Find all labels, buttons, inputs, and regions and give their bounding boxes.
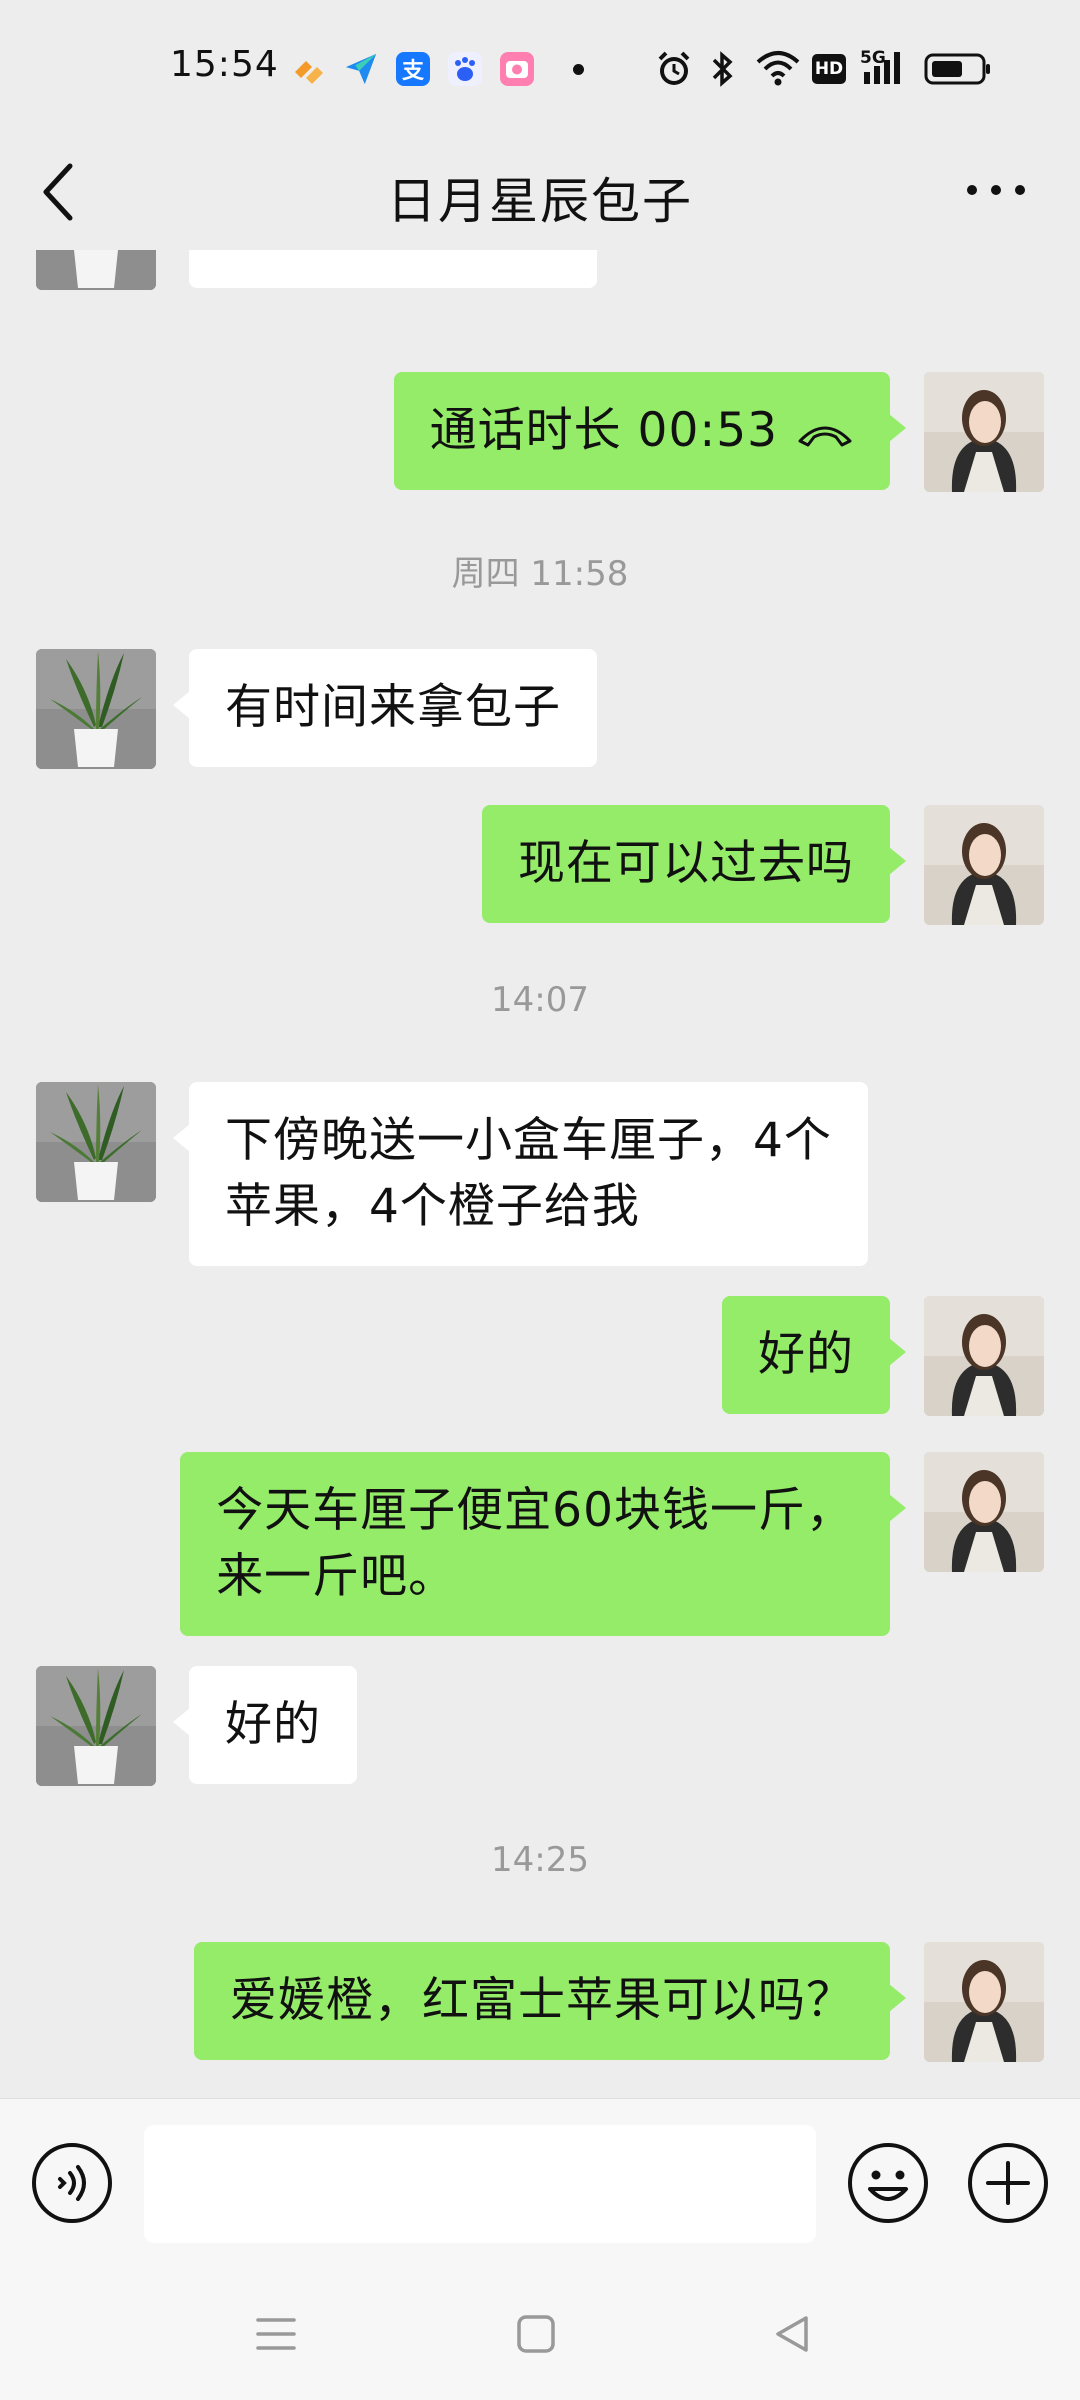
- status-time: 15:54: [170, 44, 279, 85]
- orange-app-icon: [292, 52, 326, 86]
- hd-icon: HD: [812, 54, 846, 84]
- phone-hangup-icon: [798, 426, 852, 446]
- baidu-icon: [448, 52, 482, 86]
- home-icon[interactable]: [514, 2312, 558, 2356]
- wifi-icon: [756, 51, 800, 86]
- camera-app-icon: [500, 52, 534, 86]
- message-bubble-left[interactable]: 有时间来拿包子: [173, 649, 597, 767]
- user-avatar[interactable]: [924, 1942, 1044, 2062]
- message-input-bar: [0, 2098, 1080, 2268]
- network-label: 5G: [860, 48, 886, 68]
- bluetooth-icon: [712, 51, 733, 87]
- contact-avatar[interactable]: [36, 1082, 156, 1202]
- notification-dot: [573, 64, 584, 75]
- alipay-glyph: 支: [401, 59, 424, 84]
- user-avatar[interactable]: [924, 372, 1044, 492]
- 5g-signal-icon: 5G: [860, 48, 910, 88]
- message-bubble-left[interactable]: 好的: [173, 1666, 357, 1784]
- emoji-icon[interactable]: [846, 2141, 930, 2225]
- message-bubble-left[interactable]: 在，有什么事呀: [189, 250, 597, 288]
- message-line: 苹果，4个橙子给我: [225, 1179, 640, 1234]
- status-bar: 15:54 支 HD 5G: [0, 0, 1080, 140]
- contact-avatar[interactable]: [36, 1666, 156, 1786]
- message-bubble-right[interactable]: 爱媛橙，红富士苹果可以吗？: [194, 1942, 906, 2060]
- user-avatar[interactable]: [924, 805, 1044, 925]
- timestamp: 14:07: [491, 980, 589, 1020]
- hd-label: HD: [814, 59, 844, 79]
- chat-title: 日月星辰包子: [386, 173, 693, 230]
- message-bubble-right[interactable]: 今天车厘子便宜60块钱一斤， 来一斤吧。: [180, 1452, 906, 1636]
- message-bubble-left[interactable]: 下傍晚送一小盒车厘子，4个 苹果，4个橙子给我: [173, 1082, 868, 1266]
- timestamp: 周四 11:58: [451, 554, 629, 594]
- system-navigation-bar: [0, 2268, 1080, 2400]
- contact-avatar[interactable]: [36, 250, 156, 290]
- feishu-icon: [344, 52, 378, 86]
- user-avatar[interactable]: [924, 1296, 1044, 1416]
- timestamp: 14:25: [491, 1840, 589, 1880]
- call-record-bubble[interactable]: 通话时长 00:53: [393, 372, 907, 490]
- alarm-icon: [658, 51, 690, 85]
- battery-icon: [924, 53, 990, 85]
- back-icon[interactable]: [770, 2312, 814, 2356]
- contact-avatar[interactable]: [36, 649, 156, 769]
- plus-icon[interactable]: [966, 2141, 1050, 2225]
- menu-icon[interactable]: [254, 2312, 298, 2356]
- message-text-input[interactable]: [144, 2125, 816, 2243]
- call-duration-text: 通话时长 00:53: [429, 403, 778, 458]
- user-avatar[interactable]: [924, 1452, 1044, 1572]
- message-line: 来一斤吧。: [216, 1549, 457, 1604]
- message-bubble-right[interactable]: 好的: [722, 1296, 906, 1414]
- more-dots-icon[interactable]: [964, 168, 1028, 212]
- message-line: 今天车厘子便宜60块钱一斤，: [216, 1483, 854, 1538]
- message-line: 下傍晚送一小盒车厘子，4个: [225, 1113, 832, 1168]
- chat-message-list[interactable]: 在，有什么事呀 通话时长 00:53 周四 11:58: [0, 250, 1080, 2098]
- message-bubble-right[interactable]: 现在可以过去吗: [482, 805, 906, 923]
- voice-icon[interactable]: [30, 2141, 114, 2225]
- alipay-icon: 支: [396, 52, 430, 86]
- chat-header: 日月星辰包子: [0, 140, 1080, 250]
